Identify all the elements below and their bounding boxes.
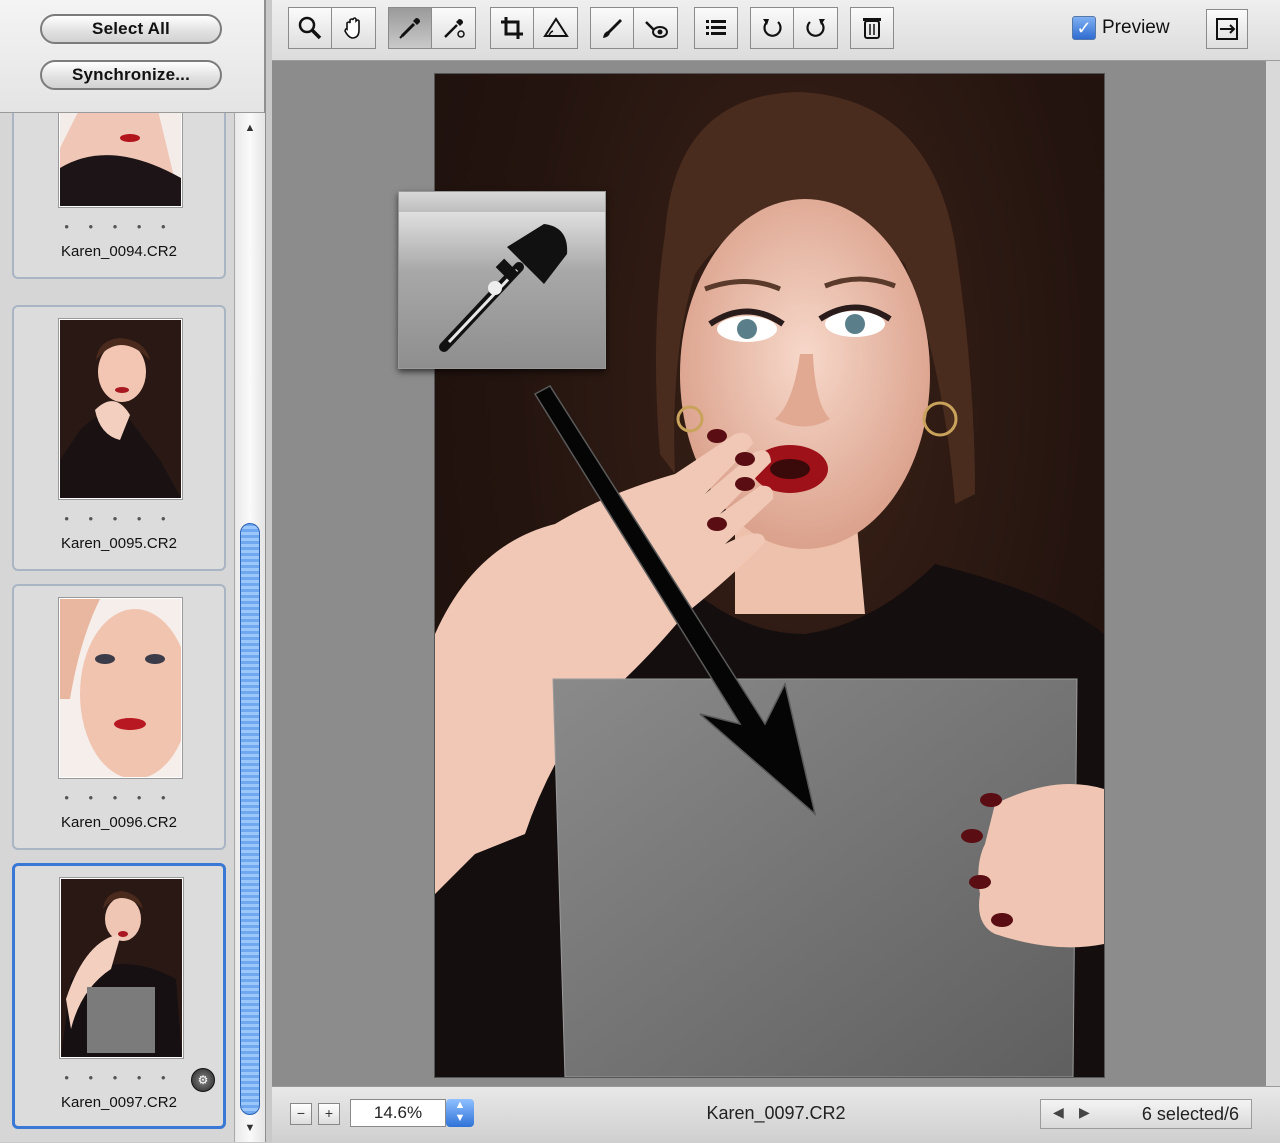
- thumbnail-filename: Karen_0096.CR2: [61, 814, 177, 831]
- rotate-right-button[interactable]: [794, 7, 838, 49]
- preferences-tool-group: [694, 7, 738, 51]
- brush-icon: [603, 19, 622, 38]
- thumbnail-card[interactable]: • • • • • Karen_0096.CR2: [12, 584, 226, 850]
- synchronize-button[interactable]: Synchronize...: [40, 60, 222, 90]
- thumbnail-filename: Karen_0095.CR2: [61, 535, 177, 552]
- thumbnail-image: [60, 878, 183, 1058]
- status-bar: − + 14.6% ▲ ▼ Karen_0097.CR2 ◀ ▶ 6 select…: [272, 1086, 1280, 1143]
- thumbnail-image: [59, 319, 182, 499]
- filmstrip-panel: Select All Synchronize... • • • • • Kare…: [0, 0, 266, 1142]
- filmstrip-header: Select All Synchronize...: [0, 0, 264, 113]
- retouch-tool-group: [590, 7, 678, 51]
- red-eye-tool-button[interactable]: [634, 7, 678, 49]
- color-tool-group: [388, 7, 476, 51]
- thumbnail-filename: Karen_0094.CR2: [61, 243, 177, 260]
- thumbnail-card-selected[interactable]: • • • • • ⚙ Karen_0097.CR2: [12, 863, 226, 1129]
- trash-icon: [863, 18, 881, 39]
- next-image-icon[interactable]: ▶: [1079, 1104, 1090, 1121]
- rating-stars[interactable]: • • • • •: [14, 511, 224, 526]
- scroll-up-arrow-icon[interactable]: ▲: [235, 117, 265, 139]
- thumbnail-image: [59, 113, 182, 207]
- select-all-button[interactable]: Select All: [40, 14, 222, 44]
- preview-label: Preview: [1102, 17, 1170, 38]
- previous-image-icon[interactable]: ◀: [1053, 1104, 1064, 1121]
- red-eye-icon: [644, 21, 668, 38]
- white-balance-tool-callout: [398, 191, 606, 369]
- filmstrip-scrollbar[interactable]: ▲ ▼: [234, 113, 265, 1142]
- trash-button[interactable]: [850, 7, 894, 49]
- color-sampler-icon: [443, 19, 465, 38]
- white-balance-tool-button[interactable]: [388, 7, 432, 49]
- crop-icon: [501, 17, 523, 39]
- straighten-icon: [542, 17, 569, 37]
- preferences-button[interactable]: [694, 7, 738, 49]
- adjusted-badge-icon: ⚙: [191, 1068, 215, 1092]
- color-sampler-tool-button[interactable]: [432, 7, 476, 49]
- thumbnail-card[interactable]: • • • • • Karen_0095.CR2: [12, 305, 226, 571]
- crop-tool-group: [490, 7, 578, 51]
- rotate-tool-group: [750, 7, 838, 51]
- delete-tool-group: [850, 7, 894, 51]
- rotate-left-button[interactable]: [750, 7, 794, 49]
- zoom-tool-button[interactable]: [288, 7, 332, 49]
- zoom-icon: [298, 16, 322, 40]
- navigation-tool-group: [288, 7, 376, 51]
- preview-checkbox[interactable]: ✓: [1072, 16, 1096, 40]
- scroll-down-arrow-icon[interactable]: ▼: [235, 1117, 265, 1139]
- rating-stars[interactable]: • • • • •: [14, 790, 224, 805]
- eyedropper-icon: [439, 224, 568, 352]
- straighten-tool-button[interactable]: [534, 7, 578, 49]
- full-screen-icon: [1216, 18, 1238, 40]
- image-navigation: ◀ ▶ 6 selected/6: [1040, 1099, 1252, 1129]
- hand-icon: [343, 17, 360, 39]
- thumbnail-card[interactable]: • • • • • Karen_0094.CR2: [12, 113, 226, 279]
- thumbnail-image: [59, 598, 182, 778]
- preview-scrollbar[interactable]: [1266, 61, 1280, 1086]
- full-screen-button[interactable]: [1206, 9, 1248, 49]
- list-icon: [706, 20, 726, 35]
- scrollbar-thumb[interactable]: [240, 523, 260, 1115]
- tool-toolbar: ✓ Preview: [272, 0, 1280, 61]
- crop-tool-button[interactable]: [490, 7, 534, 49]
- preview-toggle[interactable]: ✓ Preview: [1072, 14, 1170, 42]
- eyedropper-icon: [399, 18, 420, 39]
- image-preview-area[interactable]: [272, 61, 1266, 1086]
- selection-count: 6 selected/6: [1141, 1104, 1239, 1124]
- thumbnail-list: • • • • • Karen_0094.CR2 • • • • • Karen…: [0, 113, 234, 1142]
- rotate-right-icon: [805, 19, 825, 37]
- retouch-tool-button[interactable]: [590, 7, 634, 49]
- hand-tool-button[interactable]: [332, 7, 376, 49]
- rating-stars[interactable]: • • • • •: [14, 219, 224, 234]
- rotate-left-icon: [763, 19, 782, 37]
- thumbnail-filename: Karen_0097.CR2: [61, 1094, 177, 1111]
